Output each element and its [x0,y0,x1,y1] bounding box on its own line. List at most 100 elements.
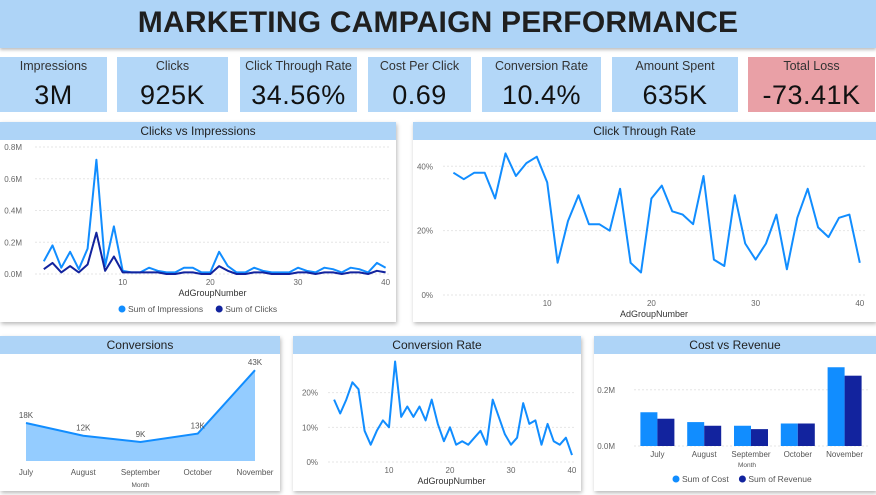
x-tick-label: 30 [751,299,760,308]
chart-clicks-vs-impressions: 0.0M 0.2M 0.4M 0.6M 0.8M 10 20 30 40 AdGroupNumbe… [4,143,390,314]
bar [640,412,658,446]
kpi-label: Cost Per Click [379,59,460,73]
x-tick-label: 10 [118,278,127,287]
kpi-value: 635K [642,80,708,110]
bar [780,423,798,446]
x-tick-label: November [237,468,274,477]
x-tick-label: July [650,450,664,459]
data-label: 12K [76,424,91,433]
bar [751,429,768,446]
y-tick-label: 40% [417,162,433,171]
legend-label: Sum of Impressions [128,304,203,314]
area-fill [26,370,255,461]
series-line [333,360,573,456]
data-label: 9K [136,430,146,439]
bar [704,425,722,446]
series-line [43,231,386,275]
y-tick-label: 20% [302,389,318,398]
x-tick-label: 20 [446,466,455,475]
panel-cost-vs-revenue[interactable]: Cost vs Revenue 0.0M 0.2M July August Septem… [594,336,876,491]
kpi-label: Total Loss [783,59,840,73]
legend-marker [215,305,223,313]
data-label: 13K [191,422,206,431]
dashboard-title: MARKETING CAMPAIGN PERFORMANCE [137,6,739,39]
data-label: 18K [19,411,34,420]
x-tick-label: 10 [543,299,552,308]
chart-cost-vs-revenue: 0.0M 0.2M July August September October Novemb… [597,367,868,484]
y-tick-label: 0.8M [4,143,22,152]
panel-conversions[interactable]: Conversions 18K July 12K August 9K September 1… [0,336,280,491]
kpi-value: 10.4% [501,80,582,110]
x-tick-label: 30 [294,278,303,287]
kpi-label: Clicks [155,59,190,73]
panel-clicks-vs-impressions[interactable]: Clicks vs Impressions 0.0M 0.2M 0.4M 0.6M 0.… [0,122,396,322]
x-tick-label: November [826,450,863,459]
y-tick-label: 20% [417,227,433,236]
x-axis-label: AdGroupNumber [417,476,485,486]
legend-label: Sum of Revenue [748,474,812,484]
x-tick-label: 20 [647,299,656,308]
bar [844,375,862,446]
x-tick-label: 40 [381,278,390,287]
data-label: 43K [248,358,263,367]
chart-click-through-rate: 0% 20% 40% 10 20 30 40 AdGroupNumber [417,152,865,319]
x-tick-label: August [692,450,718,459]
x-tick-label: October [784,450,813,459]
series-line [42,158,387,274]
legend-label: Sum of Cost [682,474,729,484]
x-tick-label: July [19,468,33,477]
bar [657,418,675,446]
bar [797,423,815,446]
kpi-card-amount-spent[interactable]: Amount Spent 635K [612,57,738,112]
x-tick-label: September [121,468,160,477]
x-axis-label: AdGroupNumber [620,309,688,319]
bar [734,425,751,446]
x-tick-label: 40 [855,299,864,308]
series-line [452,152,861,274]
x-tick-label: 10 [385,466,394,475]
legend-marker [672,475,680,483]
y-tick-label: 0.6M [4,175,22,184]
y-tick-label: 0% [306,458,318,467]
bar [687,422,705,446]
x-tick-label: 30 [507,466,516,475]
y-tick-label: 0.4M [4,207,22,216]
kpi-card-clicks[interactable]: Clicks 925K [117,57,228,112]
y-tick-label: 0.0M [4,270,22,279]
kpi-label: Click Through Rate [245,59,352,73]
y-tick-label: 0.2M [597,386,615,395]
x-tick-label: 20 [206,278,215,287]
x-tick-label: September [731,450,770,459]
panel-click-through-rate[interactable]: Click Through Rate 0% 20% 40% 10 20 30 40 AdGro… [413,122,876,322]
y-tick-label: 0.0M [597,442,615,451]
x-axis-label: AdGroupNumber [178,288,246,298]
legend-label: Sum of Clicks [225,304,277,314]
x-axis-label: Month [738,462,756,469]
kpi-card-cpc[interactable]: Cost Per Click 0.69 [368,57,471,112]
legend-marker [118,305,126,313]
x-tick-label: October [184,468,213,477]
kpi-label: Amount Spent [635,59,715,73]
kpi-value: -73.41K [762,80,861,110]
legend-marker [738,475,746,483]
kpi-value: 0.69 [392,80,447,110]
chart-conversion-rate: 0% 10% 20% 10 20 30 40 AdGroupNumber [302,360,577,486]
kpi-label: Conversion Rate [494,59,589,73]
kpi-card-ctr[interactable]: Click Through Rate 34.56% [240,57,357,112]
y-tick-label: 0% [421,291,433,300]
kpi-value: 34.56% [251,80,346,110]
x-tick-label: August [71,468,97,477]
kpi-label: Impressions [19,59,88,73]
chart-conversions: 18K July 12K August 9K September 13K October 43K… [19,358,274,489]
x-tick-label: 40 [567,466,576,475]
kpi-card-total-loss[interactable]: Total Loss -73.41K [748,57,875,112]
y-tick-label: 0.2M [4,238,22,247]
kpi-card-impressions[interactable]: Impressions 3M [0,57,107,112]
x-axis-label: Month [131,482,149,489]
kpi-value: 925K [139,80,206,110]
bar [827,367,845,446]
kpi-value: 3M [34,80,73,110]
panel-conversion-rate[interactable]: Conversion Rate 0% 10% 20% 10 20 30 40 AdGroupN… [293,336,581,491]
y-tick-label: 10% [302,423,318,432]
kpi-card-conversion-rate[interactable]: Conversion Rate 10.4% [482,57,601,112]
